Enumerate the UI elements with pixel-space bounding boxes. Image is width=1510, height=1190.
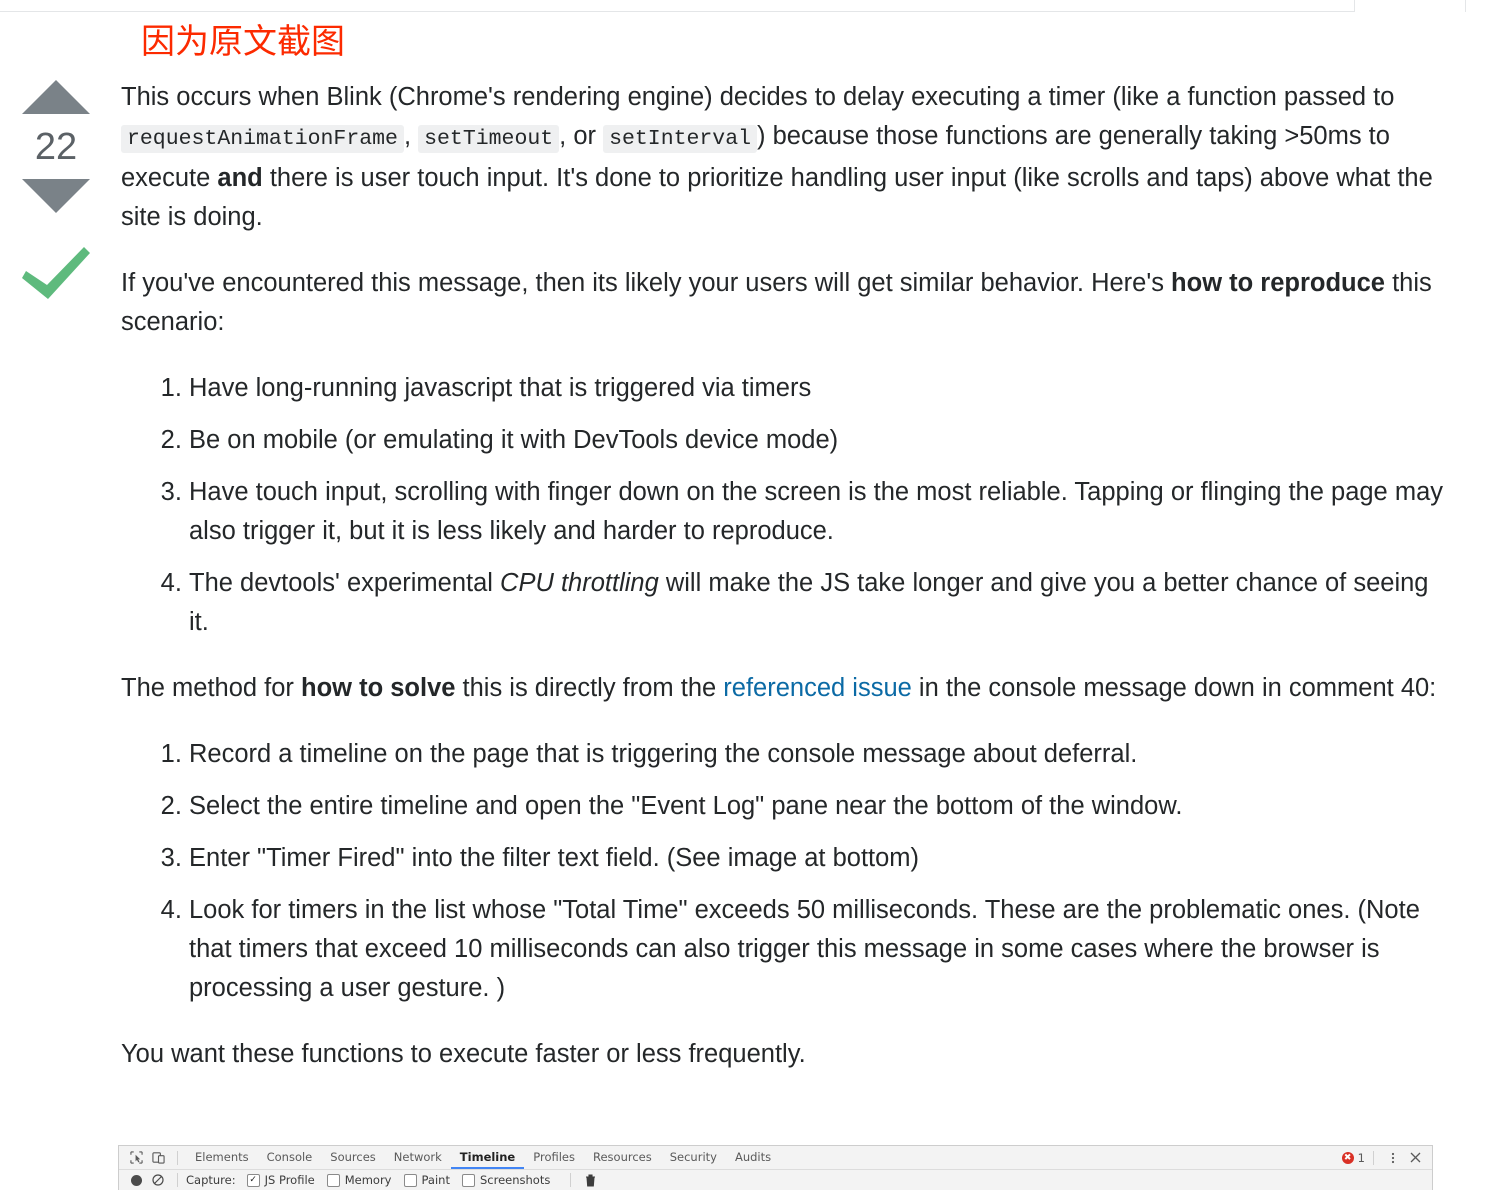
devtools-tab-security[interactable]: Security — [661, 1146, 726, 1169]
code-set-timeout: setTimeout — [418, 125, 560, 153]
solve-step-1-text: Record a timeline on the page that is tr… — [189, 740, 1138, 768]
paragraph-4: You want these functions to execute fast… — [121, 1040, 806, 1068]
top-hairline-right-edge — [1354, 0, 1355, 12]
paragraph-3: The method for how to solve this is dire… — [121, 669, 1451, 708]
trash-icon[interactable] — [579, 1170, 601, 1190]
record-icon[interactable] — [125, 1170, 147, 1190]
reproduce-step-2-text: Be on mobile (or emulating it with DevTo… — [189, 426, 839, 454]
paragraph-1: This occurs when Blink (Chrome's renderi… — [121, 78, 1451, 237]
toolbar-divider — [1373, 1150, 1374, 1165]
reproduce-step-3-text: Have touch input, scrolling with finger … — [189, 478, 1443, 545]
capture-paint-checkbox[interactable]: Paint — [403, 1173, 450, 1187]
list-item: Have long-running javascript that is tri… — [189, 369, 1451, 408]
top-hairline-tick — [1465, 0, 1466, 12]
devtools-tab-elements[interactable]: Elements — [186, 1146, 258, 1169]
devtools-tab-bar: Elements Console Sources Network Timelin… — [119, 1146, 1432, 1170]
checkbox-icon — [461, 1173, 475, 1187]
code-request-animation-frame: requestAnimationFrame — [121, 125, 404, 153]
p3-segment-1: The method for — [121, 674, 302, 702]
solve-step-4-text: Look for timers in the list whose "Total… — [189, 896, 1420, 1002]
capture-js-profile-checkbox[interactable]: ✓ JS Profile — [246, 1173, 315, 1187]
downvote-arrow-icon[interactable] — [22, 179, 90, 213]
solve-step-2-text: Select the entire timeline and open the … — [189, 792, 1183, 820]
inspect-element-icon[interactable] — [125, 1148, 147, 1168]
checkbox-icon — [326, 1173, 340, 1187]
accepted-answer-checkmark-icon — [16, 247, 96, 303]
solve-steps-list: Record a timeline on the page that is tr… — [121, 735, 1451, 1008]
answer-body: This occurs when Blink (Chrome's renderi… — [121, 78, 1451, 1074]
p1-segment-3: , or — [559, 122, 604, 150]
p2-segment-1: If you've encountered this message, then… — [121, 269, 1172, 297]
reproduce-step-4-italic: CPU throttling — [500, 569, 659, 597]
toolbar-divider — [570, 1173, 572, 1187]
capture-paint-label: Paint — [421, 1173, 450, 1187]
capture-screenshots-checkbox[interactable]: Screenshots — [461, 1173, 551, 1187]
p3-segment-3: in the console message down in comment 4… — [911, 674, 1437, 702]
list-item: The devtools' experimental CPU throttlin… — [189, 564, 1451, 642]
p3-bold-how-to-solve: how to solve — [301, 674, 456, 702]
reproduce-step-4-pre: The devtools' experimental — [189, 569, 501, 597]
upvote-arrow-icon[interactable] — [22, 80, 90, 114]
top-hairline-divider — [0, 11, 1355, 12]
code-set-interval: setInterval — [603, 125, 758, 153]
devtools-tab-resources[interactable]: Resources — [584, 1146, 661, 1169]
vote-cell: 22 — [16, 80, 96, 303]
error-badge[interactable]: ✖ 1 — [1341, 1150, 1365, 1165]
list-item: Be on mobile (or emulating it with DevTo… — [189, 421, 1451, 460]
p1-segment-2: , — [403, 122, 419, 150]
devtools-tab-network[interactable]: Network — [385, 1146, 451, 1169]
referenced-issue-link[interactable]: referenced issue — [723, 674, 912, 702]
devtools-capture-toolbar: Capture: ✓ JS Profile Memory Paint Scree… — [119, 1170, 1432, 1190]
devtools-screenshot: Elements Console Sources Network Timelin… — [118, 1145, 1433, 1190]
kebab-menu-icon[interactable] — [1382, 1148, 1404, 1168]
p2-bold-how-to-reproduce: how to reproduce — [1171, 269, 1385, 297]
p3-segment-2: this is directly from the — [455, 674, 724, 702]
clear-icon[interactable] — [147, 1170, 169, 1190]
devtools-tab-audits[interactable]: Audits — [726, 1146, 780, 1169]
error-icon: ✖ — [1341, 1151, 1354, 1164]
p1-segment-1: This occurs when Blink (Chrome's renderi… — [121, 83, 1395, 111]
capture-memory-label: Memory — [344, 1173, 392, 1187]
close-icon[interactable] — [1404, 1148, 1426, 1168]
devtools-tab-timeline[interactable]: Timeline — [450, 1146, 525, 1169]
devtools-tabbar-right: ✖ 1 — [1341, 1148, 1432, 1168]
capture-memory-checkbox[interactable]: Memory — [326, 1173, 392, 1187]
checkbox-icon — [403, 1173, 417, 1187]
device-toolbar-icon[interactable] — [147, 1148, 169, 1168]
list-item: Have touch input, scrolling with finger … — [189, 473, 1451, 551]
vote-count: 22 — [34, 126, 78, 168]
paragraph-2: If you've encountered this message, then… — [121, 264, 1451, 342]
list-item: Look for timers in the list whose "Total… — [189, 891, 1451, 1008]
list-item: Select the entire timeline and open the … — [189, 787, 1451, 826]
p1-bold-and: and — [217, 164, 263, 192]
checkbox-icon-checked: ✓ — [246, 1173, 260, 1187]
red-annotation-heading: 因为原文截图 — [141, 22, 345, 62]
devtools-tab-sources[interactable]: Sources — [321, 1146, 385, 1169]
capture-js-profile-label: JS Profile — [264, 1173, 315, 1187]
reproduce-steps-list: Have long-running javascript that is tri… — [121, 369, 1451, 642]
p1-segment-5: there is user touch input. It's done to … — [121, 164, 1433, 231]
devtools-tab-profiles[interactable]: Profiles — [524, 1146, 584, 1169]
capture-label: Capture: — [186, 1173, 236, 1187]
list-item: Record a timeline on the page that is tr… — [189, 735, 1451, 774]
solve-step-3-text: Enter "Timer Fired" into the filter text… — [189, 844, 920, 872]
devtools-tab-console[interactable]: Console — [258, 1146, 322, 1169]
reproduce-step-1-text: Have long-running javascript that is tri… — [189, 374, 812, 402]
error-count: 1 — [1357, 1150, 1365, 1165]
capture-screenshots-label: Screenshots — [479, 1173, 551, 1187]
toolbar-divider — [177, 1150, 178, 1165]
toolbar-divider — [177, 1173, 178, 1187]
list-item: Enter "Timer Fired" into the filter text… — [189, 839, 1451, 878]
